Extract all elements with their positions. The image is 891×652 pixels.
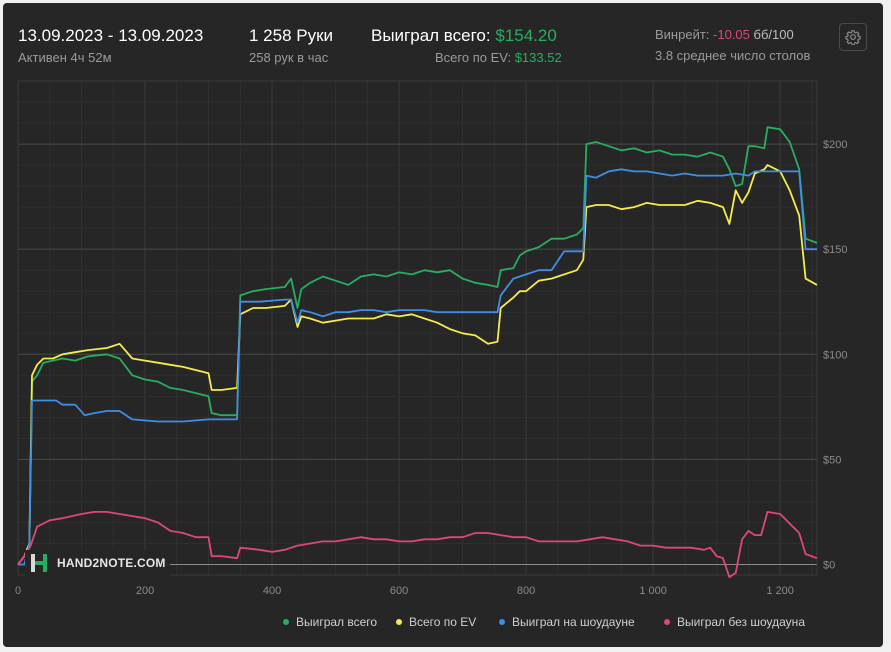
hand2note-logo: HAND2NOTE.COM: [25, 550, 170, 576]
legend-item-no-showdown[interactable]: Выиграл без шоудауна: [664, 615, 805, 629]
legend-item-ev[interactable]: Всего по EV: [396, 615, 476, 629]
x-tick-label: 600: [390, 585, 408, 597]
legend-label-ev: Всего по EV: [409, 615, 477, 629]
legend-label-no-showdown: Выиграл без шоудауна: [677, 615, 805, 629]
x-tick-label: 0: [15, 585, 21, 597]
x-tick-label: 1 000: [639, 585, 667, 597]
x-tick-label: 400: [263, 585, 281, 597]
series-line-1: [17, 164, 818, 566]
y-tick-label: $50: [823, 454, 841, 466]
hand2note-logo-icon: [31, 554, 47, 572]
legend-item-showdown[interactable]: Выиграл на шоудауне: [499, 615, 635, 629]
legend-label-won: Выиграл всего: [296, 615, 378, 629]
plot-border: [17, 80, 818, 576]
legend-item-won[interactable]: Выиграл всего: [283, 615, 377, 629]
graph-panel: 13.09.2023 - 13.09.2023 Активен 4ч 52м 1…: [3, 3, 883, 647]
legend-dot-ev: [396, 619, 402, 625]
legend-dot-won: [283, 619, 289, 625]
legend-dot-showdown: [499, 619, 505, 625]
y-tick-label: $150: [823, 244, 847, 256]
x-tick-label: 800: [517, 585, 535, 597]
y-tick-label: $0: [823, 559, 835, 571]
x-tick-label: 1 200: [766, 585, 794, 597]
legend-dot-no-showdown: [664, 619, 670, 625]
series-line-0: [17, 126, 818, 566]
y-tick-label: $100: [823, 349, 847, 361]
legend-label-showdown: Выиграл на шоудауне: [512, 615, 635, 629]
hand2note-logo-text: HAND2NOTE.COM: [57, 556, 166, 570]
profit-chart: $0 $50 $100 $150 $200 0 200 400 600 800 1 000 1 200: [15, 80, 847, 597]
x-tick-label: 200: [136, 585, 154, 597]
y-tick-label: $200: [823, 139, 847, 151]
